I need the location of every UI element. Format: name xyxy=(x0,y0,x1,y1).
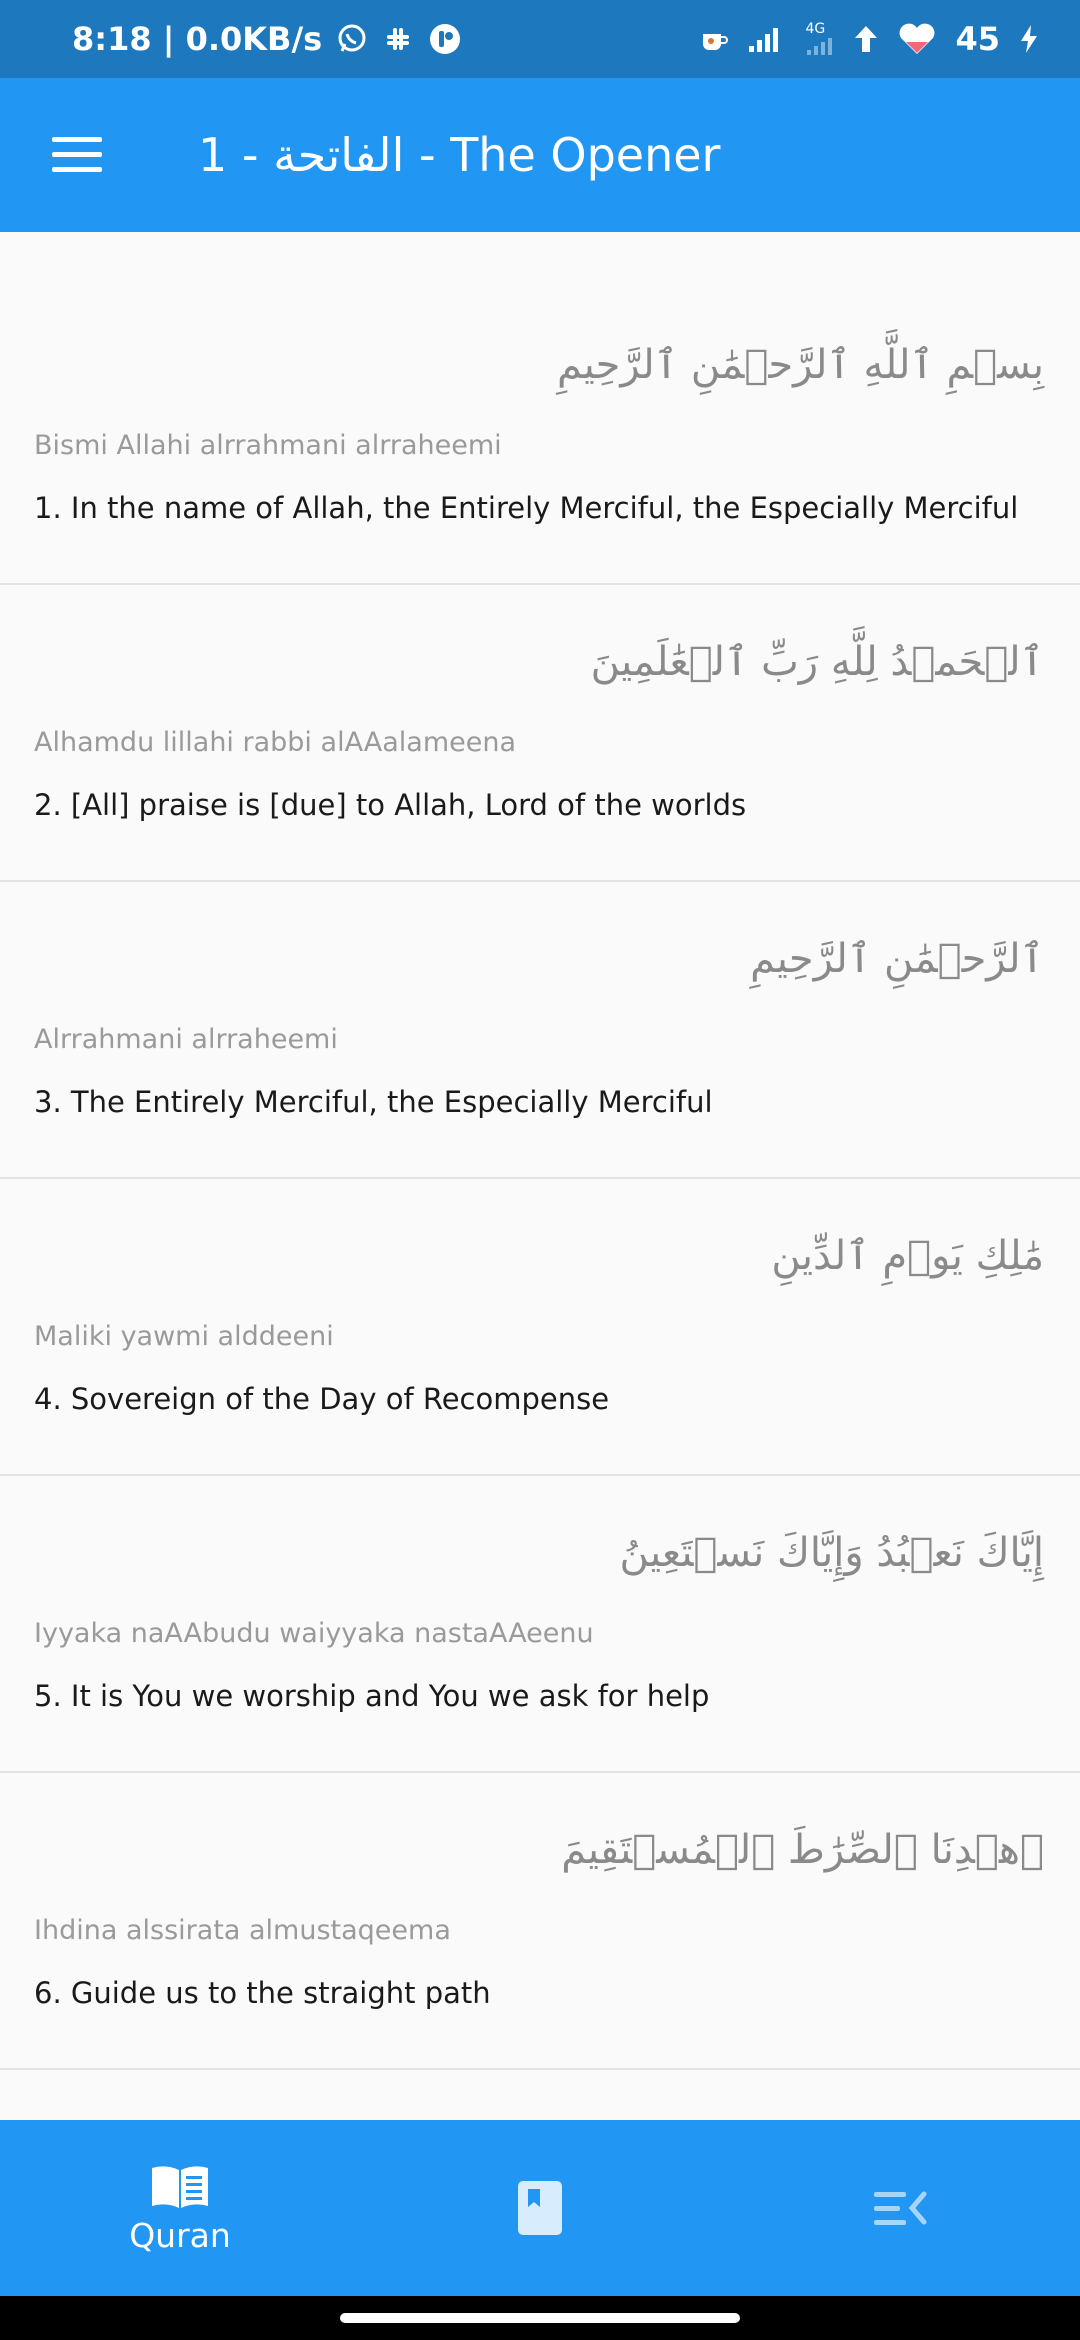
hamburger-icon xyxy=(52,137,102,172)
verse-transliteration: Alrrahmani alrraheemi xyxy=(34,1024,338,1055)
battery-level: 45 xyxy=(955,20,1000,58)
network-type: 4G xyxy=(805,21,826,37)
nav-bookmarks-tab[interactable] xyxy=(360,2120,720,2296)
verse-arabic: إِيَّاكَ نَعۡبُدُ وَإِيَّاكَ نَسۡتَعِينُ xyxy=(619,1530,1044,1576)
verse-transliteration: Iyyaka naAAbudu waiyyaka nastaAAeenu xyxy=(34,1618,594,1649)
home-indicator[interactable] xyxy=(340,2313,740,2323)
verse-transliteration: Maliki yawmi alddeeni xyxy=(34,1321,334,1352)
verse-list[interactable]: بِسۡمِ ٱللَّهِ ٱلرَّحۡمَٰنِ ٱلرَّحِيمِ B… xyxy=(0,232,1080,2120)
status-time-speed: 8:18 | 0.0KB/s xyxy=(72,20,323,58)
bottom-navigation: Quran xyxy=(0,2120,1080,2296)
verse-arabic: ٱلرَّحۡمَٰنِ ٱلرَّحِيمِ xyxy=(750,936,1044,982)
verse-transliteration: Ihdina alssirata almustaqeema xyxy=(34,1915,451,1946)
verse-item[interactable]: ٱهۡدِنَا ٱلصِّرَٰطَ ٱلۡمُسۡتَقِيمَ Ihdin… xyxy=(0,1773,1080,2070)
whatsapp-icon xyxy=(336,23,368,55)
menu-collapse-icon xyxy=(874,2191,927,2225)
app-notification-icon xyxy=(428,22,462,56)
verse-item[interactable]: مَٰلِكِ يَوۡمِ ٱلدِّينِ Maliki yawmi ald… xyxy=(0,1179,1080,1476)
battery-heart-icon xyxy=(897,22,937,56)
app-bar: 1 - الفاتحة - The Opener xyxy=(0,78,1080,232)
status-left: 8:18 | 0.0KB/s xyxy=(72,20,462,58)
nav-quran-tab[interactable]: Quran xyxy=(0,2120,360,2296)
verse-translation: 2. [All] praise is [due] to Allah, Lord … xyxy=(34,788,747,822)
verse-arabic: ٱلۡحَمۡدُ لِلَّهِ رَبِّ ٱلۡعَٰلَمِينَ xyxy=(590,639,1044,685)
verse-translation: 6. Guide us to the straight path xyxy=(34,1976,491,2010)
bookmark-icon xyxy=(518,2181,562,2235)
nav-quran-label: Quran xyxy=(129,2215,231,2255)
status-right: 4G 45 xyxy=(699,20,1040,58)
verse-arabic: مَٰلِكِ يَوۡمِ ٱلدِّينِ xyxy=(771,1233,1044,1279)
signal-4g-icon: 4G xyxy=(805,22,835,56)
verse-item[interactable]: بِسۡمِ ٱللَّهِ ٱلرَّحۡمَٰنِ ٱلرَّحِيمِ B… xyxy=(0,232,1080,585)
verse-item[interactable]: إِيَّاكَ نَعۡبُدُ وَإِيَّاكَ نَسۡتَعِينُ… xyxy=(0,1476,1080,1773)
verse-translation: 5. It is You we worship and You we ask f… xyxy=(34,1679,710,1713)
verse-item[interactable]: ٱلۡحَمۡدُ لِلَّهِ رَبِّ ٱلۡعَٰلَمِينَ Al… xyxy=(0,585,1080,882)
menu-button[interactable] xyxy=(0,78,154,232)
verse-transliteration: Alhamdu lillahi rabbi alAAalameena xyxy=(34,727,517,758)
verse-translation: 4. Sovereign of the Day of Recompense xyxy=(34,1382,610,1416)
gesture-bar xyxy=(0,2296,1080,2340)
slack-icon xyxy=(382,23,414,55)
nav-index-tab[interactable] xyxy=(720,2120,1080,2296)
open-book-icon xyxy=(152,2165,208,2208)
charging-icon xyxy=(1018,24,1040,54)
verse-translation: 3. The Entirely Merciful, the Especially… xyxy=(34,1085,713,1119)
vpn-upload-icon xyxy=(853,24,879,54)
verse-transliteration: Bismi Allahi alrrahmani alrraheemi xyxy=(34,430,502,461)
verse-translation: 1. In the name of Allah, the Entirely Me… xyxy=(34,491,1019,525)
verse-arabic: بِسۡمِ ٱللَّهِ ٱلرَّحۡمَٰنِ ٱلرَّحِيمِ xyxy=(556,342,1044,388)
signal-icon xyxy=(747,24,787,54)
verse-item[interactable]: ٱلرَّحۡمَٰنِ ٱلرَّحِيمِ Alrrahmani alrra… xyxy=(0,882,1080,1179)
coffee-icon xyxy=(699,24,729,54)
verse-arabic: ٱهۡدِنَا ٱلصِّرَٰطَ ٱلۡمُسۡتَقِيمَ xyxy=(561,1827,1044,1873)
page-title: 1 - الفاتحة - The Opener xyxy=(198,128,721,182)
status-bar: 8:18 | 0.0KB/s 4G 45 xyxy=(0,0,1080,78)
